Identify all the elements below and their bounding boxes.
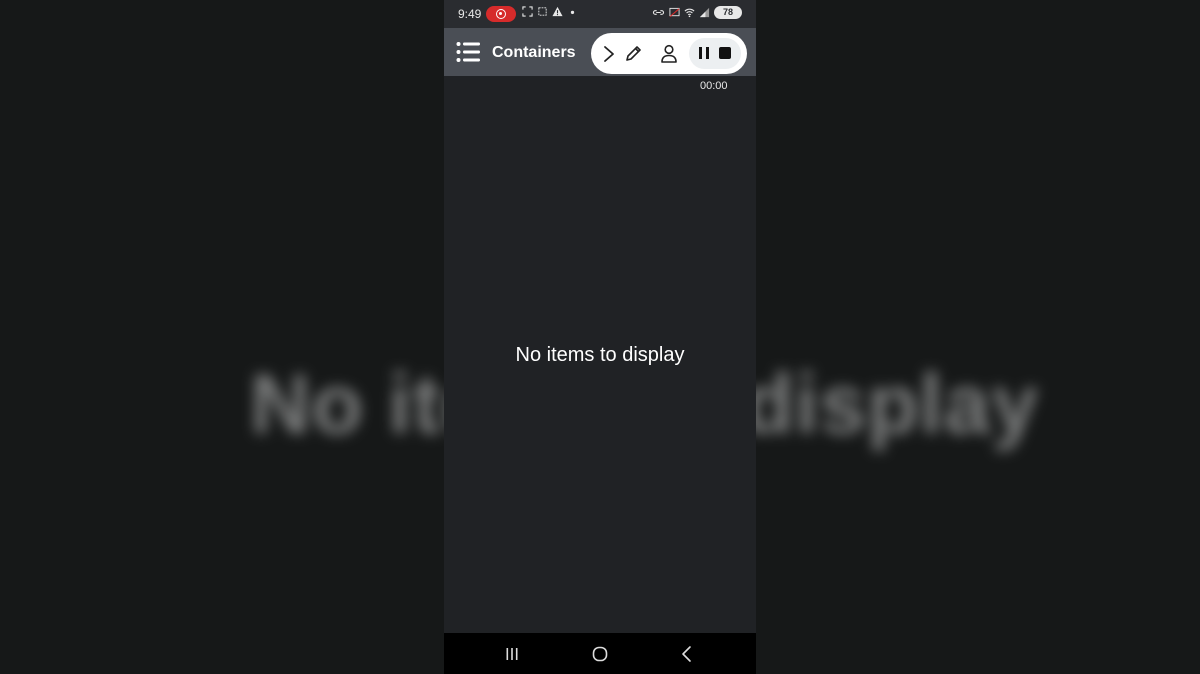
phone-screen: 9:49 78 Containers 00:00 No items to dis… <box>444 0 756 674</box>
status-icons-right: 78 <box>652 6 742 19</box>
pause-stop-group <box>689 38 741 69</box>
status-time: 9:49 <box>458 7 482 21</box>
screenshot-icon <box>522 6 533 17</box>
recording-timer: 00:00 <box>700 80 728 92</box>
person-icon[interactable] <box>657 42 681 66</box>
screen-record-icon <box>486 6 516 22</box>
status-bar: 9:49 78 <box>444 0 756 28</box>
cast-icon <box>669 7 680 18</box>
battery-icon: 78 <box>714 6 742 19</box>
recents-icon[interactable] <box>501 643 523 665</box>
status-icons-left <box>522 6 578 17</box>
pencil-icon[interactable] <box>621 42 645 66</box>
signal-icon <box>699 7 710 18</box>
recorder-toolbar <box>591 33 747 74</box>
notification-dot-icon <box>570 10 575 15</box>
page-title: Containers <box>492 44 576 61</box>
screenshot-icon <box>538 7 547 16</box>
wifi-icon <box>684 8 695 18</box>
alert-icon <box>552 6 563 17</box>
empty-state-message: No items to display <box>515 344 685 366</box>
menu-list-icon[interactable] <box>456 41 480 63</box>
back-icon[interactable] <box>676 643 698 665</box>
pause-icon[interactable] <box>697 45 711 66</box>
stop-icon[interactable] <box>718 46 732 65</box>
chevron-right-icon[interactable] <box>597 42 621 66</box>
home-icon[interactable] <box>589 643 611 665</box>
navigation-bar <box>444 633 756 674</box>
link-icon <box>652 10 665 15</box>
